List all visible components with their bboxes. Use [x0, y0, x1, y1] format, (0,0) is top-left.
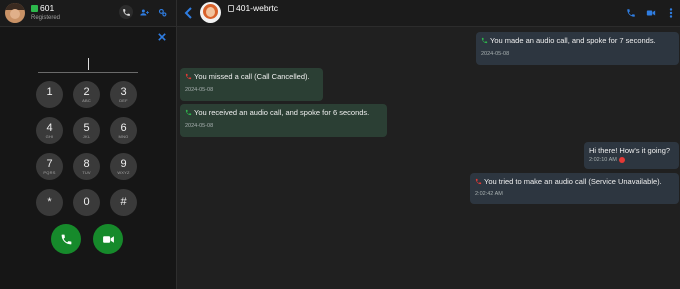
- contact-avatar[interactable]: [200, 2, 221, 23]
- audio-call-icon[interactable]: [626, 8, 636, 18]
- key-digit: 0: [83, 196, 90, 208]
- key-digit: #: [120, 196, 127, 208]
- video-call-button[interactable]: [93, 224, 123, 254]
- key-digit: 7: [46, 157, 53, 170]
- message-bubble-outgoing: You tried to make an audio call (Service…: [470, 173, 679, 204]
- message-body: You received an audio call, and spoke fo…: [194, 108, 370, 117]
- message-text: You missed a call (Call Cancelled).: [185, 72, 318, 81]
- extension-number: 601: [40, 3, 55, 13]
- key-7[interactable]: 7 PQRS: [36, 153, 63, 180]
- chat-panel: 401-webrtc You made an audio call, and s…: [177, 0, 680, 289]
- message-text: You made an audio call, and spoke for 7 …: [481, 36, 674, 45]
- message-body: Hi there! How's it going?: [589, 146, 671, 155]
- contacts-button[interactable]: [137, 5, 151, 19]
- missed-call-icon: [185, 73, 192, 80]
- key-star[interactable]: *: [36, 189, 63, 216]
- key-letters: ABC: [82, 97, 91, 103]
- extension-label: 601: [31, 3, 54, 13]
- message-bubble-outgoing: You made an audio call, and spoke for 7 …: [476, 32, 679, 65]
- contacts-icon: [139, 9, 149, 15]
- call-history-button[interactable]: [119, 5, 133, 19]
- message-body: You made an audio call, and spoke for 7 …: [490, 36, 656, 45]
- message-timestamp: 2024-05-08: [185, 123, 214, 129]
- key-digit: *: [47, 196, 52, 208]
- message-body: You tried to make an audio call (Service…: [484, 177, 662, 186]
- dial-input[interactable]: [38, 56, 138, 73]
- dialer-header: 601 Registered: [0, 0, 176, 27]
- message-body: You missed a call (Call Cancelled).: [194, 72, 310, 81]
- key-digit: 8: [83, 157, 90, 170]
- key-5[interactable]: 5 JKL: [73, 117, 100, 144]
- key-hash[interactable]: #: [110, 189, 137, 216]
- device-icon: [228, 4, 234, 12]
- key-digit: 1: [46, 85, 53, 98]
- key-0[interactable]: 0: [73, 189, 100, 216]
- key-9[interactable]: 9 WXYZ: [110, 153, 137, 180]
- key-1[interactable]: 1: [36, 81, 63, 108]
- settings-icon: [158, 8, 166, 16]
- back-arrow-icon[interactable]: [184, 7, 194, 19]
- audio-call-icon: [61, 234, 71, 244]
- key-letters: PQRS: [43, 169, 56, 175]
- message-text: Hi there! How's it going?: [589, 146, 674, 155]
- key-digit: 2: [83, 85, 90, 98]
- key-letters: JKL: [82, 133, 91, 139]
- message-bubble-incoming: You received an audio call, and spoke fo…: [180, 104, 387, 137]
- error-icon: [618, 157, 625, 163]
- video-call-icon: [102, 235, 114, 243]
- chat-header: 401-webrtc: [177, 0, 680, 27]
- registration-status: Registered: [31, 15, 61, 21]
- failed-call-icon: [475, 178, 482, 185]
- key-8[interactable]: 8 TUV: [73, 153, 100, 180]
- text-caret: [88, 58, 89, 70]
- key-letters: TUV: [82, 169, 91, 175]
- key-letters: MNO: [118, 133, 129, 139]
- key-digit: 4: [46, 121, 53, 134]
- message-timestamp: 2024-05-08: [185, 87, 214, 93]
- message-meta: 2:02:10 AM: [589, 157, 674, 163]
- key-2[interactable]: 2 ABC: [73, 81, 100, 108]
- key-4[interactable]: 4 GHI: [36, 117, 63, 144]
- message-text: You tried to make an audio call (Service…: [475, 177, 674, 186]
- key-digit: 6: [120, 121, 127, 134]
- key-digit: 3: [120, 85, 127, 98]
- key-letters: DEF: [119, 97, 128, 103]
- user-avatar[interactable]: [5, 3, 25, 23]
- key-digit: 9: [120, 157, 127, 170]
- message-list: You made an audio call, and spoke for 7 …: [177, 27, 680, 289]
- key-6[interactable]: 6 MNO: [110, 117, 137, 144]
- contact-title: 401-webrtc: [228, 3, 278, 13]
- message-text: You received an audio call, and spoke fo…: [185, 108, 382, 117]
- key-digit: 5: [83, 121, 90, 134]
- audio-call-icon: [185, 109, 192, 116]
- message-timestamp: 2:02:10 AM: [589, 157, 617, 163]
- message-bubble-outgoing: Hi there! How's it going? 2:02:10 AM: [584, 142, 679, 169]
- message-timestamp: 2:02:42 AM: [475, 191, 503, 197]
- message-timestamp: 2024-05-08: [481, 51, 510, 57]
- more-options-icon[interactable]: [666, 8, 676, 18]
- video-call-icon[interactable]: [646, 8, 656, 18]
- phone-badge-icon: [31, 4, 38, 12]
- message-bubble-incoming: You missed a call (Call Cancelled). 2024…: [180, 68, 323, 101]
- key-letters: GHI: [45, 133, 54, 139]
- audio-call-button[interactable]: [51, 224, 81, 254]
- dialer-panel: 601 Registered 1 2 ABC 3 DEF 4 GHI 5 JKL 6 MN…: [0, 0, 177, 289]
- audio-call-icon: [481, 37, 488, 44]
- call-history-icon: [122, 8, 130, 16]
- key-letters: WXYZ: [117, 169, 130, 175]
- close-icon[interactable]: [158, 33, 166, 41]
- settings-button[interactable]: [155, 5, 169, 19]
- key-3[interactable]: 3 DEF: [110, 81, 137, 108]
- contact-name: 401-webrtc: [236, 3, 279, 13]
